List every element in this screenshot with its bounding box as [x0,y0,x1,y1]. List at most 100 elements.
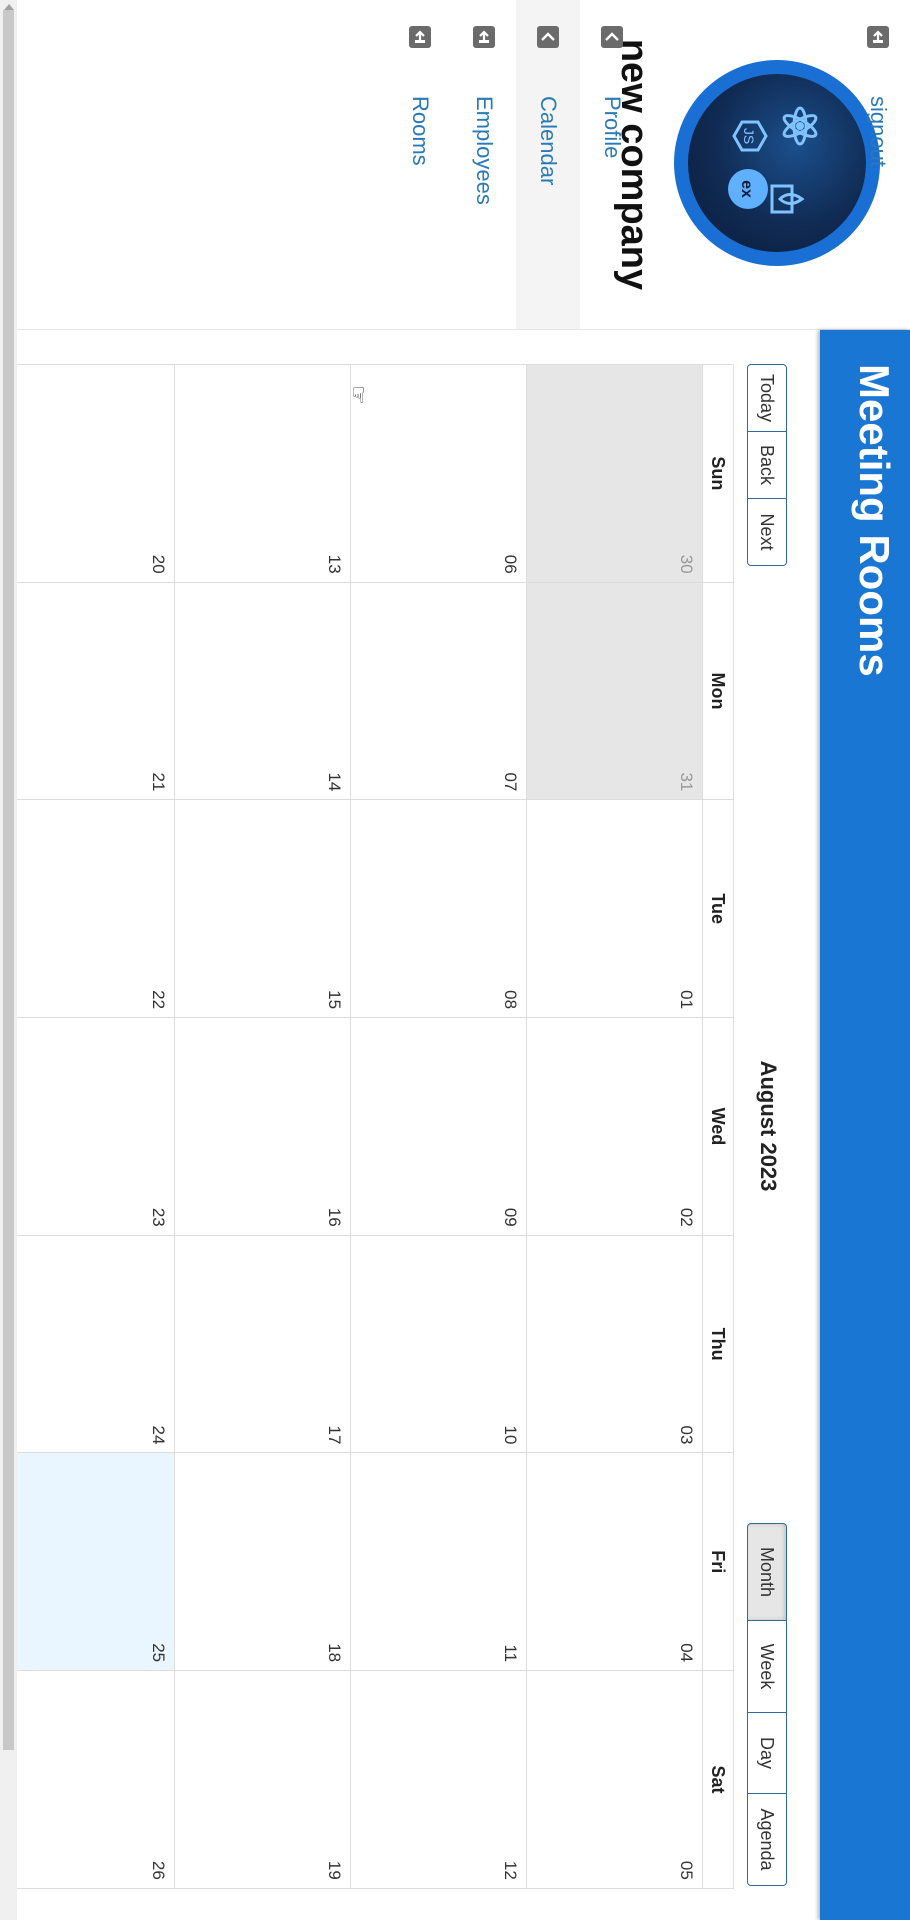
day-cell[interactable]: 10 [351,1235,526,1454]
sidebar-item-profile[interactable]: Profile [580,0,644,329]
sidebar-item-label: signout [866,96,891,167]
main-content: Meeting Rooms Today Back Next August 202… [0,330,910,1920]
weekday-header: Wed [703,1018,733,1236]
day-cell[interactable]: 22 [0,800,174,1019]
day-cell[interactable]: 19 [175,1671,350,1889]
day-number[interactable]: 05 [676,1861,696,1880]
day-number[interactable]: 04 [676,1643,696,1662]
sidebar-item-label: Employees [472,96,497,205]
day-cell[interactable]: 23 [0,1018,174,1236]
day-number[interactable]: 23 [148,1208,168,1227]
day-cell[interactable]: 31 [527,582,702,801]
sign-out-icon [473,26,495,48]
day-number[interactable]: 07 [500,772,520,791]
day-number[interactable]: 25 [148,1643,168,1662]
day-number[interactable]: 22 [148,990,168,1009]
week-row: 30 31 01 02 03 04 05 [526,365,702,1889]
day-cell[interactable]: 03 [527,1235,702,1454]
chevron-left-icon [601,26,623,48]
day-cell[interactable]: 09 [351,1018,526,1236]
view-month-button[interactable]: Month [747,1523,787,1621]
day-cell[interactable]: 17 [175,1235,350,1454]
day-cell[interactable]: 07 [351,582,526,801]
page-title: Meeting Rooms [851,364,898,677]
sign-out-icon [867,26,889,48]
day-cell[interactable]: 06 [351,365,526,583]
app-window: JS ex new company Rooms Employees Calend… [0,0,910,1920]
day-cell[interactable]: 15 [175,800,350,1019]
svg-text:JS: JS [741,128,757,144]
day-number[interactable]: 09 [500,1208,520,1227]
week-row: 13 14 15 16 17 18 19 [174,365,350,1889]
sidebar-item-signout[interactable]: signout [846,0,910,329]
view-day-button[interactable]: Day [747,1712,787,1794]
weekday-header: Sat [703,1671,733,1889]
day-cell[interactable]: 30 [527,365,702,583]
weekday-header-row: Sun Mon Tue Wed Thu Fri Sat [702,365,733,1889]
day-number[interactable]: 03 [676,1426,696,1445]
day-cell[interactable]: 12 [351,1671,526,1889]
day-number[interactable]: 26 [148,1861,168,1880]
day-cell[interactable]: 21 [0,582,174,801]
scrollbar-thumb[interactable] [3,10,14,1750]
day-number[interactable]: 15 [324,990,344,1009]
weekday-header: Mon [703,582,733,801]
day-number[interactable]: 02 [676,1208,696,1227]
week-row: 06 07 08 09 10 11 12 [350,365,526,1889]
day-number[interactable]: 20 [148,555,168,574]
day-cell[interactable]: 11 [351,1453,526,1672]
day-cell[interactable]: 04 [527,1453,702,1672]
day-number[interactable]: 17 [324,1426,344,1445]
weekday-header: Tue [703,800,733,1019]
sign-out-icon [409,26,431,48]
day-number[interactable]: 18 [324,1643,344,1662]
day-number[interactable]: 08 [500,990,520,1009]
view-week-button[interactable]: Week [747,1620,787,1713]
sidebar-item-label: Profile [600,96,625,159]
day-number[interactable]: 10 [500,1426,520,1445]
calendar-toolbar: Today Back Next August 2023 Month Week D… [745,364,787,1888]
day-number[interactable]: 31 [676,772,696,791]
day-cell[interactable]: 24 [0,1235,174,1454]
view-agenda-button[interactable]: Agenda [747,1793,787,1886]
day-number[interactable]: 16 [324,1208,344,1227]
chevron-left-icon [537,26,559,48]
day-cell[interactable]: 13 [175,365,350,583]
day-cell[interactable]: 16 [175,1018,350,1236]
horizontal-scrollbar[interactable] [0,0,17,1920]
day-cell[interactable]: 18 [175,1453,350,1672]
day-cell[interactable]: 05 [527,1671,702,1889]
weekday-header: Sun [703,365,733,583]
day-cell[interactable]: 20 [0,365,174,583]
day-cell[interactable]: 08 [351,800,526,1019]
today-button[interactable]: Today [747,364,787,432]
day-number[interactable]: 13 [324,555,344,574]
month-grid: Sun Mon Tue Wed Thu Fri Sat 30 31 01 02 … [0,364,734,1889]
day-number[interactable]: 21 [148,772,168,791]
day-number[interactable]: 12 [500,1861,520,1880]
day-number[interactable]: 24 [148,1426,168,1445]
day-number[interactable]: 19 [324,1861,344,1880]
day-number[interactable]: 11 [500,1644,520,1662]
view-button-group: Month Week Day Agenda [747,1523,787,1886]
sidebar-item-label: Calendar [536,96,561,186]
day-number[interactable]: 01 [676,990,696,1009]
sidebar-item-calendar[interactable]: Calendar [516,0,580,329]
next-button[interactable]: Next [747,498,787,566]
svg-text:ex: ex [738,180,755,198]
nav-button-group: Today Back Next [747,364,787,566]
back-button[interactable]: Back [747,431,787,499]
day-number[interactable]: 06 [500,555,520,574]
day-cell[interactable]: 14 [175,582,350,801]
day-cell-today[interactable]: 25 [0,1453,174,1672]
day-cell[interactable]: 01 [527,800,702,1019]
sidebar-item-rooms[interactable]: Rooms [388,0,452,329]
app-header: Meeting Rooms [820,330,910,1920]
day-number[interactable]: 14 [324,772,344,791]
day-cell[interactable]: 02 [527,1018,702,1236]
weekday-header: Thu [703,1235,733,1454]
sidebar-item-employees[interactable]: Employees [452,0,516,329]
day-number[interactable]: 30 [676,555,696,574]
week-row: 20 21 22 23 24 25 26 [0,365,174,1889]
day-cell[interactable]: 26 [0,1671,174,1889]
